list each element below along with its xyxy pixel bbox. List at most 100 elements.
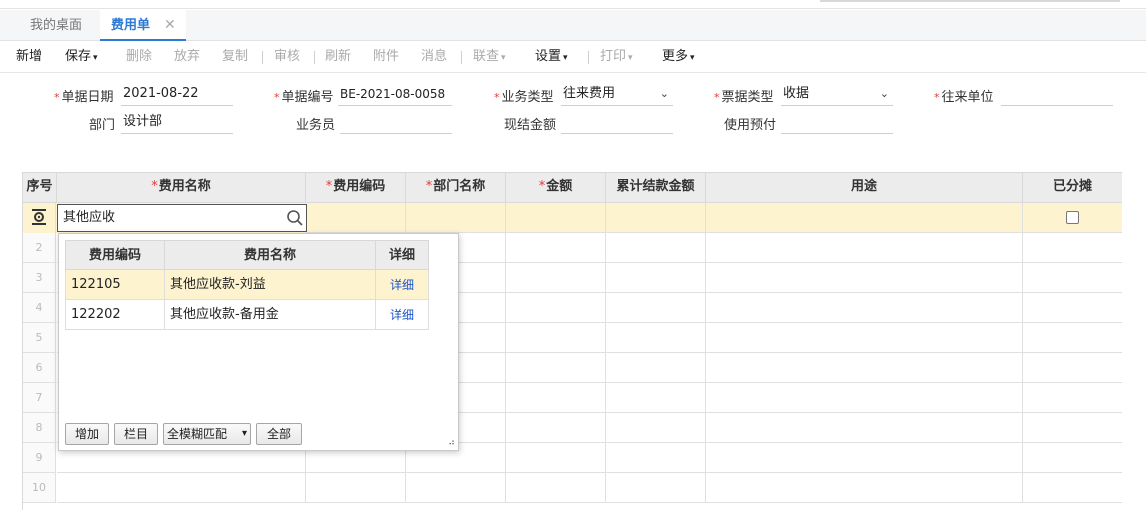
audit-button[interactable]: 审核 xyxy=(274,41,300,73)
grid-cell[interactable] xyxy=(606,443,706,473)
grid-cell[interactable] xyxy=(1023,263,1122,293)
popup-row-code[interactable]: 122202 xyxy=(65,300,165,330)
popup-all-button[interactable]: 全部 xyxy=(256,423,302,445)
grid-cell[interactable] xyxy=(506,383,606,413)
grid-cell[interactable] xyxy=(606,473,706,503)
tab-home[interactable]: 我的桌面 xyxy=(30,10,82,41)
grid-cell[interactable] xyxy=(606,233,706,263)
col-header-allocated[interactable]: 已分摊 xyxy=(1023,173,1122,203)
grid-cell[interactable] xyxy=(506,233,606,263)
popup-row-name[interactable]: 其他应收款-备用金 xyxy=(164,300,376,330)
prepay-label: 使用预付 xyxy=(724,118,777,133)
more-button[interactable]: 更多 ▾ xyxy=(662,41,695,73)
grid-cell[interactable] xyxy=(1023,233,1122,263)
bill-type-value: 收据 xyxy=(783,86,810,101)
grid-cell[interactable] xyxy=(1023,443,1122,473)
grid-cell[interactable] xyxy=(706,443,1023,473)
grid-cell[interactable] xyxy=(706,293,1023,323)
prepay-field[interactable] xyxy=(781,112,893,134)
grid-cell[interactable] xyxy=(506,353,606,383)
bill-type-label-text: 票据类型 xyxy=(721,90,774,105)
col-header-purpose[interactable]: 用途 xyxy=(706,173,1023,203)
grid-cell[interactable] xyxy=(406,473,506,503)
add-button[interactable]: 新增 xyxy=(16,41,42,73)
grid-cell[interactable] xyxy=(706,473,1023,503)
grid-cell[interactable] xyxy=(57,473,306,503)
resize-handle-icon[interactable]: ⠴ xyxy=(448,438,455,448)
col-header-amount[interactable]: *金额 xyxy=(506,173,606,203)
col-header-fee-code[interactable]: *费用编码 xyxy=(306,173,406,203)
grid-cell[interactable] xyxy=(1023,383,1122,413)
popup-columns-button[interactable]: 栏目 xyxy=(114,423,158,445)
allocated-checkbox[interactable] xyxy=(1066,211,1079,224)
more-button-label: 更多 xyxy=(662,49,689,64)
popup-row-detail-link[interactable]: 详细 xyxy=(375,270,429,300)
grid-cell[interactable] xyxy=(506,323,606,353)
delete-button[interactable]: 删除 xyxy=(126,41,152,73)
grid-cell[interactable] xyxy=(706,203,1023,233)
refresh-button[interactable]: 刷新 xyxy=(325,41,351,73)
grid-cell[interactable] xyxy=(506,413,606,443)
grid-cell[interactable] xyxy=(706,323,1023,353)
col-header-dept-name[interactable]: *部门名称 xyxy=(406,173,506,203)
col-header-fee-name[interactable]: *费用名称 xyxy=(57,173,306,203)
fee-name-input[interactable]: 其他应收 xyxy=(57,204,307,232)
toolbar-divider xyxy=(461,51,462,64)
bill-type-label: * 票据类型 xyxy=(714,86,774,105)
grid-cell[interactable] xyxy=(506,203,606,233)
row-number: 2 xyxy=(23,233,56,263)
grid-cell[interactable] xyxy=(606,413,706,443)
linked-query-button[interactable]: 联查 ▾ xyxy=(473,41,506,73)
col-header-settled-amount[interactable]: 累计结款金额 xyxy=(606,173,706,203)
grid-cell[interactable] xyxy=(706,353,1023,383)
popup-row-name[interactable]: 其他应收款-刘益 xyxy=(164,270,376,300)
row-settings-button[interactable] xyxy=(23,203,56,233)
grid-cell[interactable] xyxy=(506,473,606,503)
grid-cell[interactable] xyxy=(1023,293,1122,323)
settings-button[interactable]: 设置 ▾ xyxy=(535,41,568,73)
doc-number-field[interactable]: BE-2021-08-0058 xyxy=(338,84,452,106)
attachment-button[interactable]: 附件 xyxy=(373,41,399,73)
business-type-label-text: 业务类型 xyxy=(501,90,554,105)
popup-row-code[interactable]: 122105 xyxy=(65,270,165,300)
grid-cell[interactable] xyxy=(306,203,406,233)
grid-cell[interactable] xyxy=(706,263,1023,293)
message-button[interactable]: 消息 xyxy=(421,41,447,73)
close-icon[interactable]: ✕ xyxy=(164,10,176,41)
partner-field[interactable] xyxy=(1001,84,1113,106)
grid-cell[interactable] xyxy=(306,473,406,503)
grid-cell[interactable] xyxy=(506,443,606,473)
bill-type-select[interactable]: 收据 ⌄ xyxy=(781,84,893,106)
grid-cell[interactable] xyxy=(606,383,706,413)
grid-cell[interactable] xyxy=(1023,473,1122,503)
grid-cell[interactable] xyxy=(606,293,706,323)
grid-cell[interactable] xyxy=(606,263,706,293)
grid-cell[interactable] xyxy=(506,293,606,323)
business-type-select[interactable]: 往来费用 ⌄ xyxy=(561,84,673,106)
doc-date-field[interactable]: 2021-08-22 xyxy=(121,84,233,106)
print-button[interactable]: 打印 ▾ xyxy=(600,41,633,73)
cash-amount-field[interactable] xyxy=(561,112,673,134)
salesperson-field[interactable] xyxy=(340,112,452,134)
popup-row-detail-link[interactable]: 详细 xyxy=(375,300,429,330)
refresh-button-label: 刷新 xyxy=(325,49,352,64)
grid-cell[interactable] xyxy=(606,323,706,353)
tab-fee-bill[interactable]: 费用单 ✕ xyxy=(100,10,186,41)
copy-button[interactable]: 复制 xyxy=(222,41,248,73)
discard-button[interactable]: 放弃 xyxy=(174,41,200,73)
col-header-amount-label: 金额 xyxy=(546,179,573,194)
grid-cell[interactable] xyxy=(606,203,706,233)
grid-cell[interactable] xyxy=(1023,413,1122,443)
save-button[interactable]: 保存 ▾ xyxy=(65,41,98,73)
grid-cell[interactable] xyxy=(706,383,1023,413)
grid-cell[interactable] xyxy=(1023,353,1122,383)
grid-cell[interactable] xyxy=(1023,323,1122,353)
grid-cell[interactable] xyxy=(706,413,1023,443)
grid-cell[interactable] xyxy=(706,233,1023,263)
match-mode-select[interactable]: 全模糊匹配 ▾ xyxy=(163,423,251,445)
grid-cell[interactable] xyxy=(606,353,706,383)
grid-cell[interactable] xyxy=(506,263,606,293)
department-field[interactable]: 设计部 xyxy=(121,112,233,134)
popup-add-button[interactable]: 增加 xyxy=(65,423,109,445)
grid-cell[interactable] xyxy=(406,203,506,233)
